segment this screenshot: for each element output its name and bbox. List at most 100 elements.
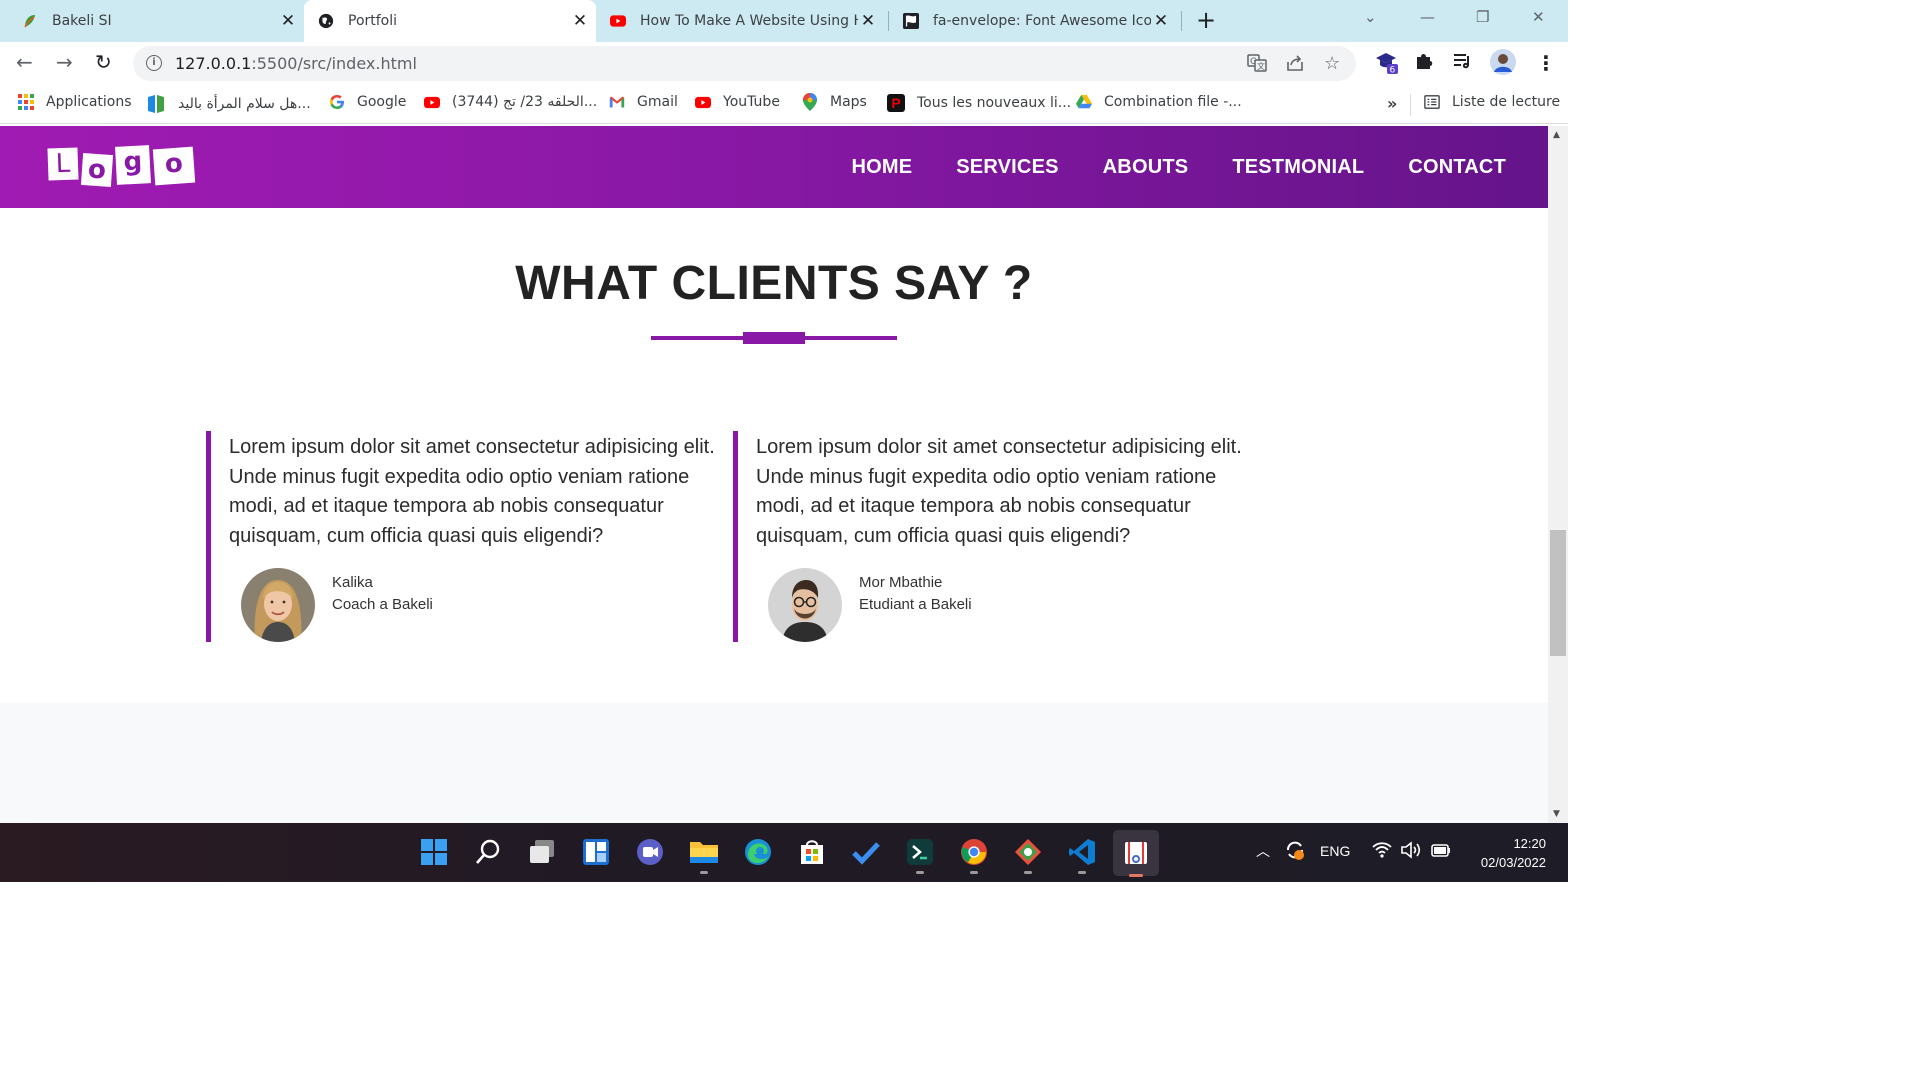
- back-arrow-icon[interactable]: ←: [16, 50, 33, 74]
- bakeli-leaf-icon: [22, 13, 38, 29]
- close-window-icon[interactable]: ✕: [1532, 8, 1545, 26]
- tab-title: Bakeli SI: [52, 13, 112, 29]
- tab-search-icon[interactable]: ⌄: [1364, 8, 1377, 26]
- microsoft-store-icon[interactable]: [797, 837, 827, 867]
- sync-status-icon[interactable]: [1284, 839, 1306, 864]
- font-awesome-flag-icon: [903, 13, 919, 29]
- nav-link-testimonial[interactable]: TESTMONIAL: [1232, 156, 1364, 179]
- heading-divider-accent: [743, 332, 805, 344]
- dev-app-icon[interactable]: [905, 837, 935, 874]
- site-logo[interactable]: L o g o: [47, 145, 196, 188]
- section-heading: WHAT CLIENTS SAY ?: [515, 257, 1033, 310]
- edge-browser-icon[interactable]: [743, 837, 773, 867]
- drive-icon: [1076, 94, 1092, 110]
- google-icon: [329, 94, 345, 110]
- menu-kebab-icon[interactable]: ⋮: [1536, 51, 1556, 75]
- bookmark-label: Gmail: [637, 94, 678, 110]
- nav-link-services[interactable]: SERVICES: [956, 156, 1058, 179]
- testimonial-name: Mor Mbathie: [859, 574, 943, 591]
- nav-link-abouts[interactable]: ABOUTS: [1103, 156, 1189, 179]
- reading-list-icon: [1424, 94, 1440, 110]
- task-view-icon[interactable]: [527, 837, 557, 867]
- bookmark-label: Google: [357, 94, 407, 110]
- extensions-puzzle-icon[interactable]: [1414, 51, 1434, 76]
- wifi-icon[interactable]: [1372, 841, 1392, 862]
- bookmark-star-icon[interactable]: ☆: [1324, 53, 1340, 74]
- bookmarks-overflow-button[interactable]: »: [1387, 94, 1397, 113]
- nav-link-contact[interactable]: CONTACT: [1408, 156, 1506, 179]
- address-bar[interactable]: i 127.0.0.1:5500/src/index.html G文 ☆: [133, 46, 1356, 81]
- search-icon[interactable]: [473, 837, 503, 867]
- testimonial-name: Kalika: [332, 574, 373, 591]
- language-indicator[interactable]: ENG: [1320, 843, 1350, 859]
- url-text[interactable]: 127.0.0.1:5500/src/index.html: [175, 54, 417, 73]
- bookmark-applications[interactable]: Applications: [18, 94, 132, 110]
- apps-grid-icon: [18, 94, 34, 110]
- scroll-up-arrow-icon[interactable]: ▲: [1553, 130, 1560, 140]
- chrome-icon[interactable]: [959, 837, 989, 874]
- bookmark-maps[interactable]: Maps: [802, 93, 867, 111]
- bookmark-label: Combination file -...: [1104, 94, 1242, 110]
- p-red-icon: P: [887, 94, 905, 112]
- reload-icon[interactable]: ↻: [95, 50, 112, 74]
- tab-portfoli[interactable]: Portfoli ✕: [304, 0, 596, 42]
- media-playlist-icon[interactable]: [1452, 51, 1472, 76]
- show-hidden-icons-chevron-icon[interactable]: ︿: [1256, 841, 1270, 861]
- bookmark-arabic-1[interactable]: هل سلام المرأة باليد...: [146, 94, 311, 114]
- file-explorer-icon[interactable]: [689, 837, 719, 874]
- system-clock[interactable]: 12:20 02/03/2022: [1481, 834, 1546, 872]
- minimize-icon[interactable]: —: [1420, 8, 1435, 26]
- youtube-icon: [424, 94, 440, 110]
- bookmark-google[interactable]: Google: [329, 94, 406, 110]
- bookmarks-bar: Applications هل سلام المرأة باليد... Goo…: [0, 86, 1568, 124]
- page-scrollbar[interactable]: ▲ ▼: [1548, 126, 1568, 823]
- close-icon[interactable]: ✕: [858, 11, 878, 31]
- nav-link-home[interactable]: HOME: [851, 156, 912, 179]
- testimonial-quote: Lorem ipsum dolor sit amet consectetur a…: [756, 436, 1242, 547]
- svg-text:文: 文: [1257, 61, 1265, 71]
- translate-icon[interactable]: G文: [1247, 53, 1267, 78]
- bookmark-combination-file[interactable]: Combination file -...: [1076, 94, 1242, 110]
- bookmark-tous-les-nouveaux[interactable]: P Tous les nouveaux li...: [887, 94, 1071, 112]
- tab-bakeli[interactable]: Bakeli SI ✕: [22, 0, 298, 42]
- testimonial-role: Etudiant a Bakeli: [859, 596, 972, 613]
- bookmark-label: YouTube: [723, 94, 780, 110]
- scrollbar-thumb[interactable]: [1550, 530, 1566, 656]
- forward-arrow-icon[interactable]: →: [56, 50, 73, 74]
- reading-list-label: Liste de lecture: [1452, 94, 1561, 110]
- tab-youtube-video[interactable]: How To Make A Website Using H ✕: [610, 0, 878, 42]
- profile-avatar[interactable]: [1489, 48, 1517, 81]
- bookmark-youtube-arabic[interactable]: (3744) الحلقه 23/ تج...: [424, 94, 597, 110]
- svg-text:6: 6: [1390, 66, 1396, 76]
- teams-chat-icon[interactable]: [635, 837, 665, 867]
- battery-charging-icon[interactable]: [1430, 841, 1452, 862]
- share-icon[interactable]: [1285, 53, 1305, 78]
- close-icon[interactable]: ✕: [1151, 11, 1171, 31]
- git-kraken-icon[interactable]: [1013, 837, 1043, 874]
- new-tab-button[interactable]: +: [1196, 8, 1216, 32]
- volume-icon[interactable]: [1400, 841, 1422, 862]
- todo-check-icon[interactable]: [851, 837, 881, 867]
- youtube-icon: [695, 94, 711, 110]
- close-icon[interactable]: ✕: [570, 11, 590, 31]
- bookmark-label: هل سلام المرأة باليد...: [178, 96, 311, 112]
- snipping-tool-icon[interactable]: [1113, 830, 1159, 877]
- start-windows-icon[interactable]: [419, 837, 449, 867]
- close-icon[interactable]: ✕: [278, 11, 298, 31]
- youtube-icon: [610, 13, 626, 29]
- reading-list-button[interactable]: Liste de lecture: [1424, 94, 1560, 110]
- bookmark-youtube[interactable]: YouTube: [695, 94, 780, 110]
- site-info-icon[interactable]: i: [146, 55, 162, 71]
- bookmark-label: (3744) الحلقه 23/ تج...: [452, 94, 598, 110]
- bookmark-gmail[interactable]: Gmail: [609, 94, 678, 110]
- tab-font-awesome[interactable]: fa-envelope: Font Awesome Icon ✕: [903, 0, 1171, 42]
- scroll-down-arrow-icon[interactable]: ▼: [1553, 809, 1560, 819]
- extension-cap-icon[interactable]: 6: [1374, 49, 1400, 80]
- restore-icon[interactable]: ❐: [1476, 8, 1489, 26]
- globe-icon: [318, 13, 334, 29]
- widgets-icon[interactable]: [581, 837, 611, 867]
- clock-time: 12:20: [1513, 836, 1546, 851]
- vscode-icon[interactable]: [1067, 837, 1097, 874]
- tab-title: How To Make A Website Using H: [640, 13, 858, 29]
- logo-letter: o: [152, 146, 196, 186]
